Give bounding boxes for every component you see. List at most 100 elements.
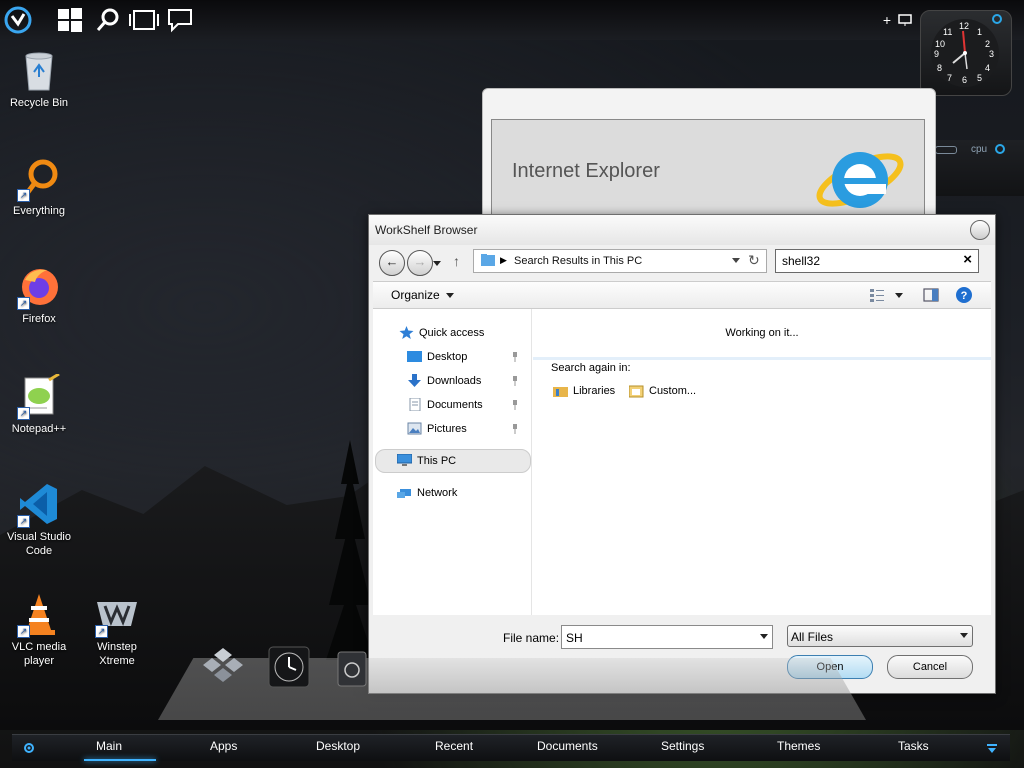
pin-icon[interactable] [511,424,519,434]
organize-chevron-down-icon[interactable] [446,293,454,298]
chat-bubble-icon[interactable] [166,6,194,34]
organize-menu[interactable]: Organize [391,288,440,302]
nav-item-this-pc[interactable]: This PC [373,451,531,471]
tab-apps[interactable]: Apps [210,739,237,753]
task-view-icon[interactable] [128,6,159,34]
clock-number-9: 9 [934,49,940,59]
desktop-icon-notepad-plus-plus[interactable]: ↗ Notepad++ [2,372,76,436]
shortcut-arrow-icon: ↗ [95,625,108,638]
clock-number-3: 3 [989,49,995,59]
desktop-icon-firefox[interactable]: ↗ Firefox [2,264,76,326]
view-options-icon[interactable] [869,288,885,302]
tab-desktop[interactable]: Desktop [316,739,360,753]
clock-number-5: 5 [977,73,983,83]
desktop-icon-vlc[interactable]: ↗ VLC media player [2,592,76,668]
help-icon[interactable]: ? [955,286,973,304]
nav-item-quick-access[interactable]: Quick access [373,323,531,343]
cancel-button[interactable]: Cancel [887,655,973,679]
file-type-chevron-down-icon[interactable] [960,633,968,638]
navigation-pane: Quick access Desktop Downloads Documents… [373,309,532,615]
search-again-link-label: Custom... [649,385,697,397]
windows-start-icon[interactable] [56,6,84,34]
up-arrow-icon[interactable]: ↑ [453,253,460,269]
nav-item-network[interactable]: Network [373,483,531,503]
arrow-right-icon: → [413,254,427,269]
file-type-select[interactable]: All Files [787,625,973,647]
libraries-folder-icon [553,387,568,397]
nav-item-documents[interactable]: Documents [373,395,531,415]
winstep-icon: ↗ [95,592,139,638]
cpu-status-dot [995,144,1005,154]
shortcut-arrow-icon: ↗ [17,189,30,202]
shortcut-arrow-icon: ↗ [17,515,30,528]
address-chevron-down-icon[interactable] [732,258,740,263]
file-name-chevron-down-icon[interactable] [760,634,768,639]
dock-item-clock[interactable] [268,646,310,688]
recent-locations-chevron-down-icon[interactable] [433,261,441,266]
nav-item-pictures[interactable]: Pictures [373,419,531,439]
search-icon[interactable] [94,6,122,34]
tab-recent[interactable]: Recent [435,739,473,753]
desktop-icon-label: Winstep Xtreme [97,641,137,667]
clock-number-8: 8 [937,63,943,73]
tab-main[interactable]: Main [96,739,122,753]
desktop-icon-everything[interactable]: ↗ Everything [2,156,76,218]
tab-documents[interactable]: Documents [537,739,598,753]
search-again-separator [533,357,991,360]
refresh-icon[interactable]: ↻ [748,252,760,269]
network-icon [397,489,411,498]
address-bar[interactable]: ▶ Search Results in This PC ↻ [473,249,767,273]
desktop-icon-label: Everything [13,205,65,217]
gadget-status-dot [992,14,1002,24]
shortcut-arrow-icon: ↗ [17,625,30,638]
pin-icon[interactable] [511,400,519,410]
vscode-icon: ↗ [17,482,61,528]
internet-explorer-window[interactable]: Internet Explorer [482,88,936,231]
dock-item-start[interactable] [202,646,244,688]
address-text: Search Results in This PC [514,255,643,267]
file-name-input[interactable]: SH [566,631,583,645]
internet-explorer-logo-icon [816,152,904,208]
pin-icon[interactable] [511,376,519,386]
close-button[interactable] [970,220,990,240]
clock-number-12: 12 [959,21,970,31]
desktop-icon-vscode[interactable]: ↗ Visual Studio Code [2,482,76,558]
back-button[interactable]: ← [379,250,405,276]
clock-icon [268,646,310,688]
search-input[interactable]: shell32 [782,254,820,268]
gear-icon[interactable] [22,741,36,755]
file-name-label: File name: [503,631,560,645]
monitor-icon[interactable] [898,13,912,27]
add-icon[interactable]: + [880,13,894,27]
notepad-plus-plus-icon: ↗ [17,372,61,420]
nav-item-label: Pictures [427,423,467,435]
view-chevron-down-icon[interactable] [895,293,903,298]
cpu-gadget[interactable]: cpu [932,140,1024,196]
winstep-logo-icon[interactable] [4,6,32,34]
arrow-left-icon: ← [385,254,399,269]
ie-title: Internet Explorer [512,160,660,182]
dock-item-recycle-bin[interactable] [334,646,376,688]
nav-item-desktop[interactable]: Desktop [373,347,531,367]
tab-themes[interactable]: Themes [777,739,820,753]
nav-item-downloads[interactable]: Downloads [373,371,531,391]
shortcut-arrow-icon: ↗ [17,297,30,310]
tab-tasks[interactable]: Tasks [898,739,929,753]
collapse-icon[interactable] [986,743,998,755]
search-box[interactable]: shell32 × [775,249,979,273]
dialog-content: Quick access Desktop Downloads Documents… [373,309,991,615]
clear-search-icon[interactable]: × [963,251,972,268]
pin-icon[interactable] [511,352,519,362]
working-status: Working on it... [725,327,799,339]
preview-pane-icon[interactable] [923,288,939,302]
dialog-titlebar[interactable]: WorkShelf Browser [369,215,995,245]
clock-number-6: 6 [962,75,968,85]
search-results-folder-icon [481,254,495,266]
breadcrumb-separator-icon: ▶ [500,255,507,265]
file-name-combobox[interactable]: SH [561,625,773,649]
desktop-icon-recycle-bin[interactable]: Recycle Bin [2,48,76,110]
desktop-icon-winstep-xtreme[interactable]: ↗ Winstep Xtreme [80,592,154,668]
tab-settings[interactable]: Settings [661,739,704,753]
forward-button[interactable]: → [407,250,433,276]
document-icon [409,398,421,411]
